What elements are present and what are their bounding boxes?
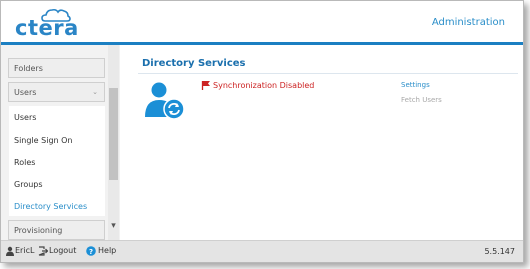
sidebar-group-provisioning[interactable]: Provisioning: [8, 220, 105, 240]
sidebar-item-users[interactable]: Users: [14, 113, 36, 122]
current-user[interactable]: EricL: [15, 246, 34, 255]
user-sync-icon: [145, 82, 185, 120]
page-title: Directory Services: [142, 58, 246, 69]
app-window: ctera Administration Folders Users ⌄ Use…: [0, 0, 524, 263]
sidebar-item-roles[interactable]: Roles: [14, 158, 35, 167]
page-section-title: Administration: [431, 17, 505, 28]
sidebar-item-groups[interactable]: Groups: [14, 180, 43, 189]
sidebar-item-single-sign-on[interactable]: Single Sign On: [14, 136, 73, 145]
title-divider: [138, 73, 518, 74]
sync-status-text: Synchronization Disabled: [213, 81, 315, 90]
help-button[interactable]: Help: [98, 246, 116, 255]
sidebar-group-label: Users: [14, 88, 37, 97]
scrollbar-thumb[interactable]: [109, 88, 118, 180]
red-flag-icon: [201, 81, 210, 90]
ctera-logo[interactable]: ctera: [15, 8, 85, 40]
sidebar-group-label: Folders: [14, 64, 43, 73]
chevron-down-icon: ⌄: [92, 88, 98, 96]
footer-bar: EricL Logout ? Help 5.5.147: [1, 240, 523, 262]
sidebar-group-label: Provisioning: [14, 226, 63, 235]
sidebar-group-folders[interactable]: Folders: [8, 58, 105, 78]
help-icon[interactable]: ?: [86, 246, 96, 256]
logo-text: ctera: [15, 16, 79, 40]
sidebar-group-users[interactable]: Users ⌄: [8, 82, 105, 102]
version-label: 5.5.147: [484, 247, 515, 256]
user-icon: [6, 246, 14, 256]
fetch-users-link[interactable]: Fetch Users: [401, 96, 442, 104]
scroll-down-icon[interactable]: ▾: [107, 220, 120, 233]
logout-button[interactable]: Logout: [49, 246, 76, 255]
logout-icon[interactable]: [38, 246, 48, 256]
settings-link[interactable]: Settings: [401, 81, 430, 89]
sidebar-item-directory-services[interactable]: Directory Services: [14, 202, 87, 211]
header: ctera Administration: [1, 1, 523, 43]
svg-text:?: ?: [89, 248, 93, 256]
